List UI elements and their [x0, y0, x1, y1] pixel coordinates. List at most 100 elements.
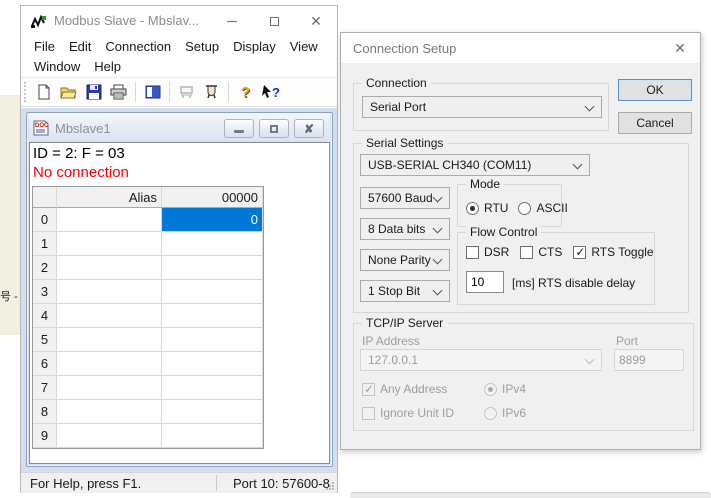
table-row: 1 — [33, 232, 263, 256]
row-header[interactable]: 0 — [33, 208, 57, 232]
menu-display[interactable]: Display — [226, 39, 283, 54]
child-titlebar[interactable]: DOC Mbslave1 ✘ — [29, 114, 330, 142]
dialog-close-icon[interactable]: ✕ — [660, 33, 700, 63]
device-icon[interactable] — [199, 80, 224, 104]
ip-address-value: 127.0.0.1 — [368, 353, 418, 367]
alias-cell[interactable] — [57, 256, 162, 280]
child-close-icon[interactable]: ✘ — [294, 119, 324, 138]
ip-address-label: IP Address — [362, 334, 420, 348]
close-icon[interactable]: ✕ — [299, 8, 333, 34]
ipv6-row: IPv6 — [484, 406, 526, 420]
help-icon[interactable]: ? — [233, 80, 258, 104]
flow-checkbox-row: DSR CTS RTS Toggle — [466, 245, 654, 259]
alias-cell[interactable] — [57, 232, 162, 256]
dsr-checkbox[interactable] — [466, 246, 479, 259]
print-icon[interactable] — [106, 80, 131, 104]
register-grid: Alias 00000 0 0 1 2 3 4 5 6 7 8 9 — [32, 186, 264, 449]
value-cell[interactable] — [162, 376, 263, 400]
tcpip-server-label: TCP/IP Server — [362, 316, 447, 330]
value-cell[interactable] — [162, 352, 263, 376]
row-header[interactable]: 2 — [33, 256, 57, 280]
baud-rate-select[interactable]: 57600 Baud — [360, 187, 450, 209]
child-minimize-icon[interactable] — [224, 119, 254, 138]
value-cell[interactable] — [162, 328, 263, 352]
alias-cell[interactable] — [57, 352, 162, 376]
connection-setup-dialog: Connection Setup ✕ Connection Serial Por… — [340, 32, 701, 450]
menu-setup[interactable]: Setup — [178, 39, 226, 54]
value-cell-selected[interactable]: 0 — [162, 208, 263, 232]
save-icon[interactable] — [81, 80, 106, 104]
menu-connection[interactable]: Connection — [98, 39, 178, 54]
value-cell[interactable] — [162, 424, 263, 448]
status-port-text: Port 10: 57600-8 — [233, 476, 333, 491]
value-cell[interactable] — [162, 400, 263, 424]
menu-help[interactable]: Help — [87, 59, 128, 74]
menu-file[interactable]: File — [27, 39, 62, 54]
row-header[interactable]: 1 — [33, 232, 57, 256]
connect-icon[interactable] — [174, 80, 199, 104]
child-restore-icon[interactable] — [259, 119, 289, 138]
resize-grip[interactable] — [325, 481, 335, 491]
data-bits-value: 8 Data bits — [368, 222, 425, 236]
chevron-down-icon — [433, 193, 443, 203]
new-icon[interactable] — [31, 80, 56, 104]
main-titlebar[interactable]: Modbus Slave - Mbslav... ✕ — [21, 6, 337, 36]
display-setup-icon[interactable] — [140, 80, 165, 104]
row-header[interactable]: 3 — [33, 280, 57, 304]
ipv4-radio — [484, 383, 497, 396]
serial-settings-group: Serial Settings USB-SERIAL CH340 (COM11)… — [353, 143, 689, 313]
alias-cell[interactable] — [57, 328, 162, 352]
stop-bits-value: 1 Stop Bit — [368, 284, 420, 298]
alias-cell[interactable] — [57, 424, 162, 448]
grid-value-header[interactable]: 00000 — [162, 187, 263, 208]
row-header[interactable]: 5 — [33, 328, 57, 352]
mode-group: Mode RTU ASCII — [457, 184, 562, 227]
cts-checkbox[interactable] — [520, 246, 533, 259]
rts-toggle-checkbox[interactable] — [573, 246, 586, 259]
row-header[interactable]: 8 — [33, 400, 57, 424]
row-header[interactable]: 7 — [33, 376, 57, 400]
value-cell[interactable] — [162, 280, 263, 304]
maximize-icon[interactable] — [257, 8, 291, 34]
context-help-icon[interactable]: ? — [258, 80, 283, 104]
ascii-radio[interactable] — [518, 202, 531, 215]
row-header[interactable]: 9 — [33, 424, 57, 448]
rtu-radio[interactable] — [466, 202, 479, 215]
background-window-edge — [350, 492, 711, 498]
minimize-icon[interactable] — [215, 8, 249, 34]
ipv4-row: IPv4 — [484, 382, 526, 396]
rts-delay-input[interactable] — [466, 271, 504, 293]
serial-port-select[interactable]: USB-SERIAL CH340 (COM11) — [360, 154, 590, 176]
menu-window[interactable]: Window — [27, 59, 87, 74]
alias-cell[interactable] — [57, 400, 162, 424]
ipv6-radio — [484, 407, 497, 420]
rtu-label: RTU — [484, 201, 508, 215]
stop-bits-select[interactable]: 1 Stop Bit — [360, 280, 450, 302]
alias-cell[interactable] — [57, 208, 162, 232]
value-cell[interactable] — [162, 256, 263, 280]
cancel-button[interactable]: Cancel — [618, 112, 692, 134]
ok-button[interactable]: OK — [618, 79, 692, 101]
grid-alias-header[interactable]: Alias — [57, 187, 162, 208]
connection-group: Connection Serial Port — [353, 83, 609, 131]
open-icon[interactable] — [56, 80, 81, 104]
value-cell[interactable] — [162, 232, 263, 256]
table-row: 5 — [33, 328, 263, 352]
menu-edit[interactable]: Edit — [62, 39, 98, 54]
connection-type-select[interactable]: Serial Port — [362, 96, 602, 118]
menu-view[interactable]: View — [283, 39, 325, 54]
grid-corner-header[interactable] — [33, 187, 57, 208]
serial-port-value: USB-SERIAL CH340 (COM11) — [368, 158, 531, 172]
toolbar-grip[interactable] — [24, 82, 27, 102]
data-bits-select[interactable]: 8 Data bits — [360, 218, 450, 240]
alias-cell[interactable] — [57, 304, 162, 328]
parity-value: None Parity — [368, 253, 431, 267]
dialog-titlebar[interactable]: Connection Setup ✕ — [341, 33, 700, 63]
parity-select[interactable]: None Parity — [360, 249, 450, 271]
alias-cell[interactable] — [57, 280, 162, 304]
value-cell[interactable] — [162, 304, 263, 328]
alias-cell[interactable] — [57, 376, 162, 400]
row-header[interactable]: 4 — [33, 304, 57, 328]
mode-group-label: Mode — [466, 177, 504, 191]
row-header[interactable]: 6 — [33, 352, 57, 376]
